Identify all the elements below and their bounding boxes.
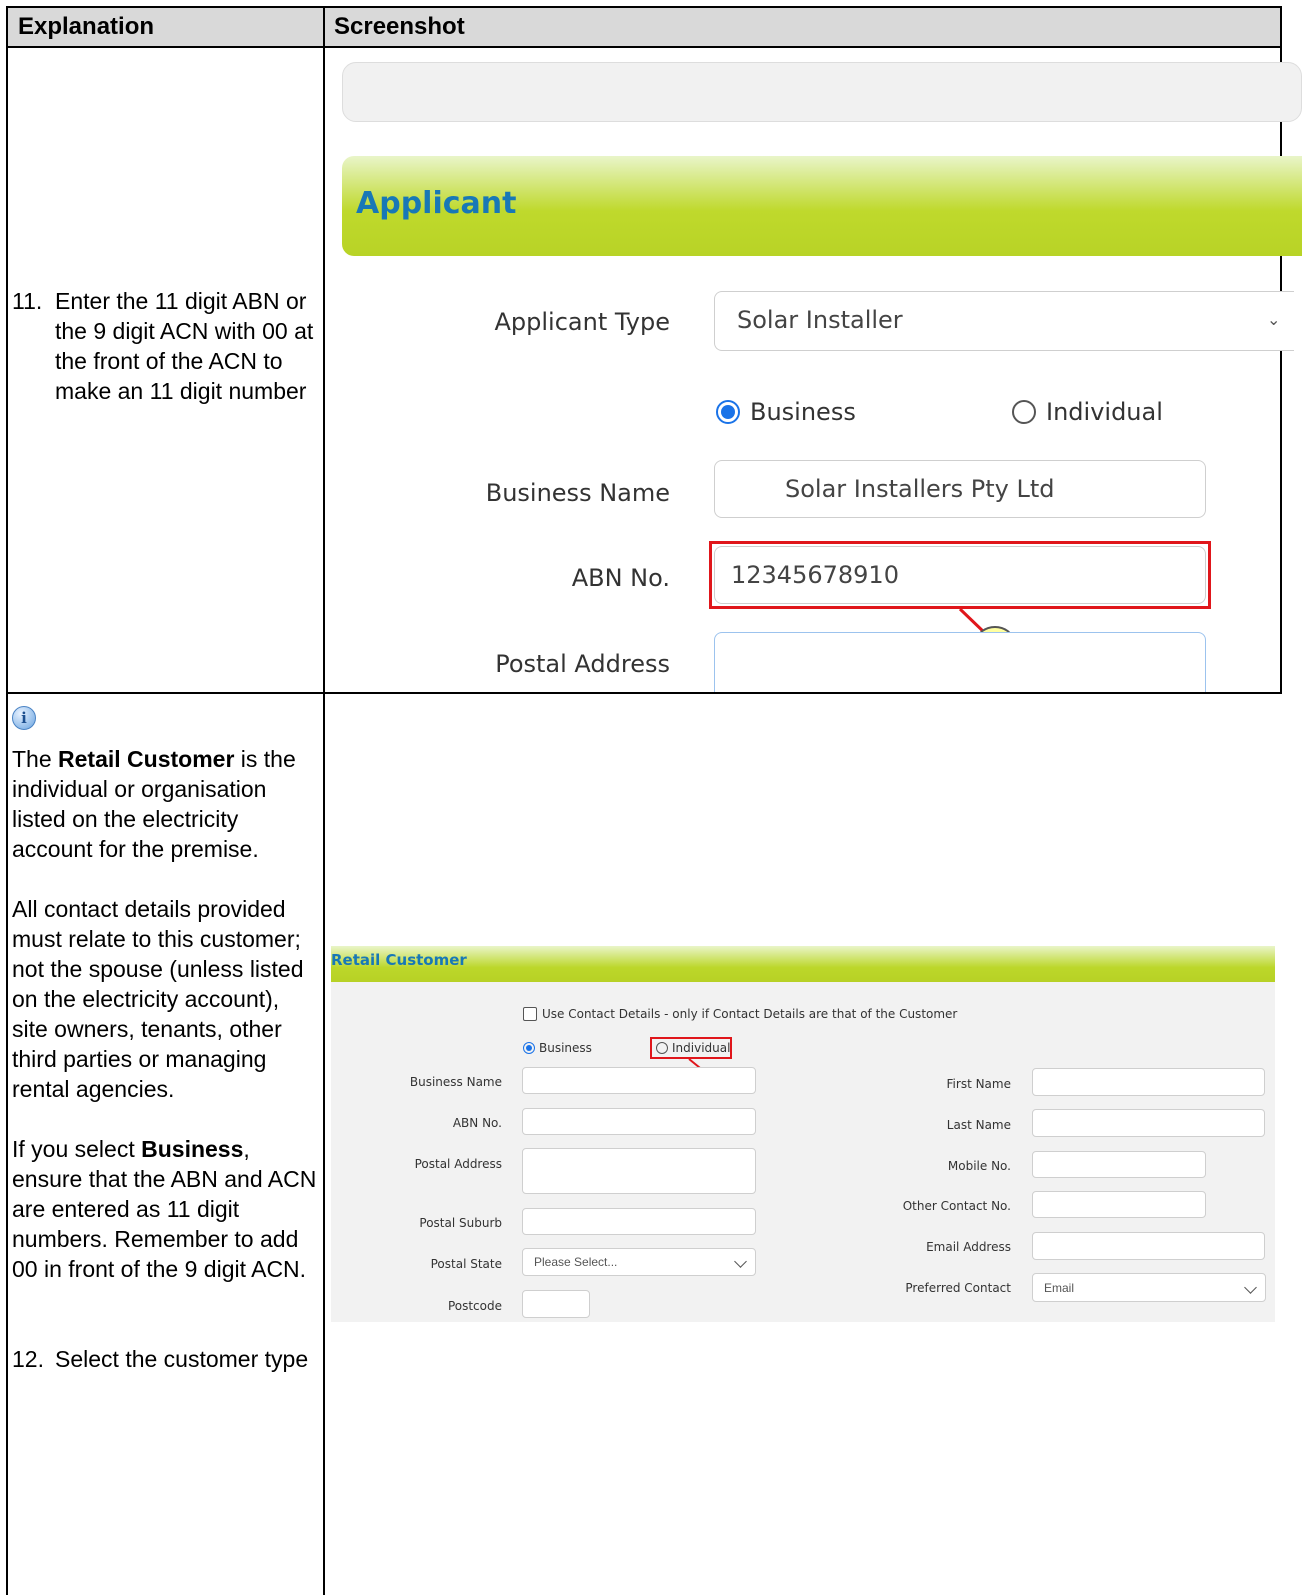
radio-business-label: Business — [750, 398, 856, 426]
header-screenshot-label: Screenshot — [334, 13, 465, 40]
radio-business-label: Business — [539, 1041, 592, 1055]
paragraph-business: If you select Business, ensure that the … — [12, 1134, 318, 1284]
header-explanation: Explanation — [8, 8, 324, 46]
checkbox-icon — [523, 1007, 537, 1021]
table-border-top — [6, 6, 1282, 8]
abn-label: ABN No. — [571, 564, 670, 592]
chevron-down-icon — [734, 1255, 747, 1268]
abn-input[interactable] — [522, 1108, 756, 1135]
top-panel — [342, 62, 1302, 122]
radio-checked-icon — [716, 400, 740, 424]
mobile-input[interactable] — [1032, 1151, 1206, 1178]
other-contact-label: Other Contact No. — [902, 1199, 1011, 1213]
retail-section-header: Retail Customer — [331, 946, 1275, 982]
paragraph-business-pre: If you select — [12, 1136, 142, 1162]
applicant-section-header: Applicant — [342, 156, 1302, 256]
postal-suburb-label: Postal Suburb — [419, 1216, 502, 1230]
radio-unchecked-icon — [1012, 400, 1036, 424]
step-11: 11. Enter the 11 digit ABN or the 9 digi… — [12, 286, 318, 406]
other-contact-input[interactable] — [1032, 1191, 1206, 1218]
header-explanation-label: Explanation — [18, 13, 155, 40]
retail-customer-term: Retail Customer — [58, 746, 235, 772]
business-name-label: Business Name — [409, 1075, 502, 1089]
abn-label: ABN No. — [452, 1116, 502, 1130]
first-name-input[interactable] — [1032, 1068, 1265, 1096]
table-border-row — [6, 692, 1282, 694]
step-12: 12. Select the customer type — [12, 1344, 318, 1374]
step-number: 11. — [12, 288, 43, 314]
retail-customer-explanation: The Retail Customer is the individual or… — [12, 744, 318, 1374]
radio-business[interactable]: Business — [523, 1041, 592, 1055]
postal-state-value: Please Select... — [534, 1255, 618, 1269]
use-contact-checkbox[interactable]: Use Contact Details - only if Contact De… — [523, 1007, 957, 1021]
radio-business[interactable]: Business — [716, 398, 856, 426]
chevron-down-icon — [1244, 1281, 1257, 1294]
header-screenshot: Screenshot — [324, 8, 1280, 46]
step-number: 12. — [12, 1346, 44, 1372]
preferred-contact-select[interactable]: Email — [1032, 1273, 1266, 1302]
business-term: Business — [141, 1136, 244, 1162]
section-title: Retail Customer — [331, 951, 467, 969]
applicant-type-value: Solar Installer — [737, 306, 903, 334]
last-name-input[interactable] — [1032, 1109, 1265, 1137]
radio-checked-icon — [523, 1042, 535, 1054]
mobile-label: Mobile No. — [947, 1159, 1011, 1173]
postal-suburb-input[interactable] — [522, 1208, 756, 1235]
last-name-label: Last Name — [946, 1118, 1011, 1132]
business-name-input[interactable]: Solar Installers Pty Ltd — [714, 460, 1206, 518]
section-title: Applicant — [356, 186, 517, 221]
applicant-type-select[interactable]: Solar Installer ⌄ — [714, 291, 1294, 351]
abn-highlight-box — [709, 541, 1211, 609]
table-border-mid — [323, 6, 325, 1595]
table-border-header — [6, 46, 1282, 48]
postcode-label: Postcode — [447, 1299, 502, 1313]
individual-highlight-box — [650, 1037, 732, 1059]
step-text: Enter the 11 digit ABN or the 9 digit AC… — [55, 288, 314, 404]
preferred-contact-value: Email — [1044, 1281, 1075, 1295]
business-name-label: Business Name — [485, 479, 670, 507]
radio-individual[interactable]: Individual — [1012, 398, 1163, 426]
paragraph-definition-pre: The — [12, 746, 59, 772]
postal-address-label: Postal Address — [414, 1157, 502, 1171]
first-name-label: First Name — [946, 1077, 1011, 1091]
postal-address-input[interactable] — [522, 1148, 756, 1194]
email-label: Email Address — [926, 1240, 1011, 1254]
info-icon: i — [12, 706, 36, 730]
paragraph-definition: The Retail Customer is the individual or… — [12, 744, 318, 864]
postal-address-label: Postal Address — [495, 650, 670, 678]
business-name-value: Solar Installers Pty Ltd — [785, 475, 1055, 503]
postal-address-input[interactable] — [714, 632, 1206, 692]
preferred-contact-label: Preferred Contact — [905, 1281, 1011, 1295]
applicant-type-label: Applicant Type — [494, 308, 671, 336]
postcode-input[interactable] — [522, 1290, 590, 1318]
chevron-down-icon: ⌄ — [1267, 310, 1281, 329]
radio-individual-label: Individual — [1046, 398, 1163, 426]
step-text: Select the customer type — [55, 1346, 309, 1372]
postal-state-select[interactable]: Please Select... — [522, 1248, 756, 1276]
table-border-left — [6, 6, 8, 1595]
use-contact-label: Use Contact Details - only if Contact De… — [542, 1007, 958, 1021]
business-name-input[interactable] — [522, 1067, 756, 1094]
paragraph-contact-details: All contact details provided must relate… — [12, 896, 304, 1102]
postal-state-label: Postal State — [430, 1257, 502, 1271]
email-input[interactable] — [1032, 1232, 1265, 1260]
